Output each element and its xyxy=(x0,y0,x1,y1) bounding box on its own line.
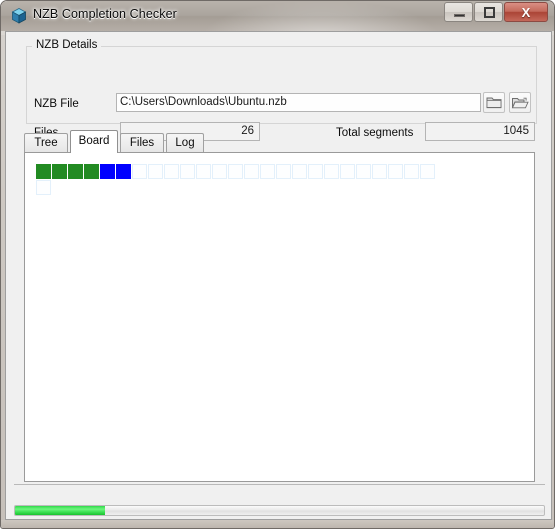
board-cell xyxy=(340,164,355,179)
application-window: NZB Completion Checker X NZB Details NZB… xyxy=(0,0,555,529)
board-cell xyxy=(36,164,51,179)
browse-folder-button[interactable] xyxy=(483,92,505,113)
nzb-details-group xyxy=(26,46,537,124)
board-cell xyxy=(68,164,83,179)
board-cell xyxy=(324,164,339,179)
window-bottom-edge xyxy=(1,520,554,528)
minimize-button[interactable] xyxy=(444,2,473,22)
board-cell xyxy=(84,164,99,179)
close-button[interactable]: X xyxy=(504,2,548,22)
maximize-button[interactable] xyxy=(474,2,503,22)
minimize-icon xyxy=(454,14,465,17)
blue-box-icon xyxy=(10,7,28,25)
tab-board[interactable]: Board xyxy=(70,130,118,153)
board-cell xyxy=(196,164,211,179)
board-cell xyxy=(116,164,131,179)
nzb-details-group-title: NZB Details xyxy=(32,39,102,51)
maximize-icon xyxy=(484,7,495,18)
board-cell xyxy=(244,164,259,179)
progress-bar-fill xyxy=(15,506,105,515)
nzb-file-label: NZB File xyxy=(34,98,79,110)
folder-closed-icon xyxy=(486,97,502,109)
title-bar[interactable]: NZB Completion Checker X xyxy=(1,1,554,31)
client-area: NZB Details NZB File C:\Users\Downloads\… xyxy=(5,31,552,528)
board-cell xyxy=(356,164,371,179)
board-cell xyxy=(404,164,419,179)
board-cell xyxy=(260,164,275,179)
board-cell xyxy=(372,164,387,179)
board-cell xyxy=(292,164,307,179)
progress-bar xyxy=(14,505,545,516)
board-panel[interactable] xyxy=(24,152,535,482)
board-cell xyxy=(164,164,179,179)
separator xyxy=(14,484,545,485)
tab-tree[interactable]: Tree xyxy=(24,133,68,152)
board-cell xyxy=(228,164,243,179)
board-cell xyxy=(132,164,147,179)
board-cell xyxy=(52,164,67,179)
segment-board-grid xyxy=(36,164,448,195)
board-cell xyxy=(180,164,195,179)
window-title: NZB Completion Checker xyxy=(33,7,177,21)
board-cell xyxy=(276,164,291,179)
board-cell xyxy=(388,164,403,179)
board-cell xyxy=(308,164,323,179)
board-cell xyxy=(148,164,163,179)
board-cell xyxy=(36,180,51,195)
tab-strip: Tree Board Files Log xyxy=(24,130,535,153)
titlebar-highlight xyxy=(201,1,441,31)
tab-log[interactable]: Log xyxy=(166,133,204,152)
folder-open-icon xyxy=(511,97,529,109)
board-cell xyxy=(212,164,227,179)
tab-files[interactable]: Files xyxy=(120,133,164,152)
board-cell xyxy=(100,164,115,179)
close-icon: X xyxy=(521,5,531,20)
open-file-button[interactable] xyxy=(509,92,531,113)
board-cell xyxy=(420,164,435,179)
nzb-file-input[interactable]: C:\Users\Downloads\Ubuntu.nzb xyxy=(116,93,481,112)
